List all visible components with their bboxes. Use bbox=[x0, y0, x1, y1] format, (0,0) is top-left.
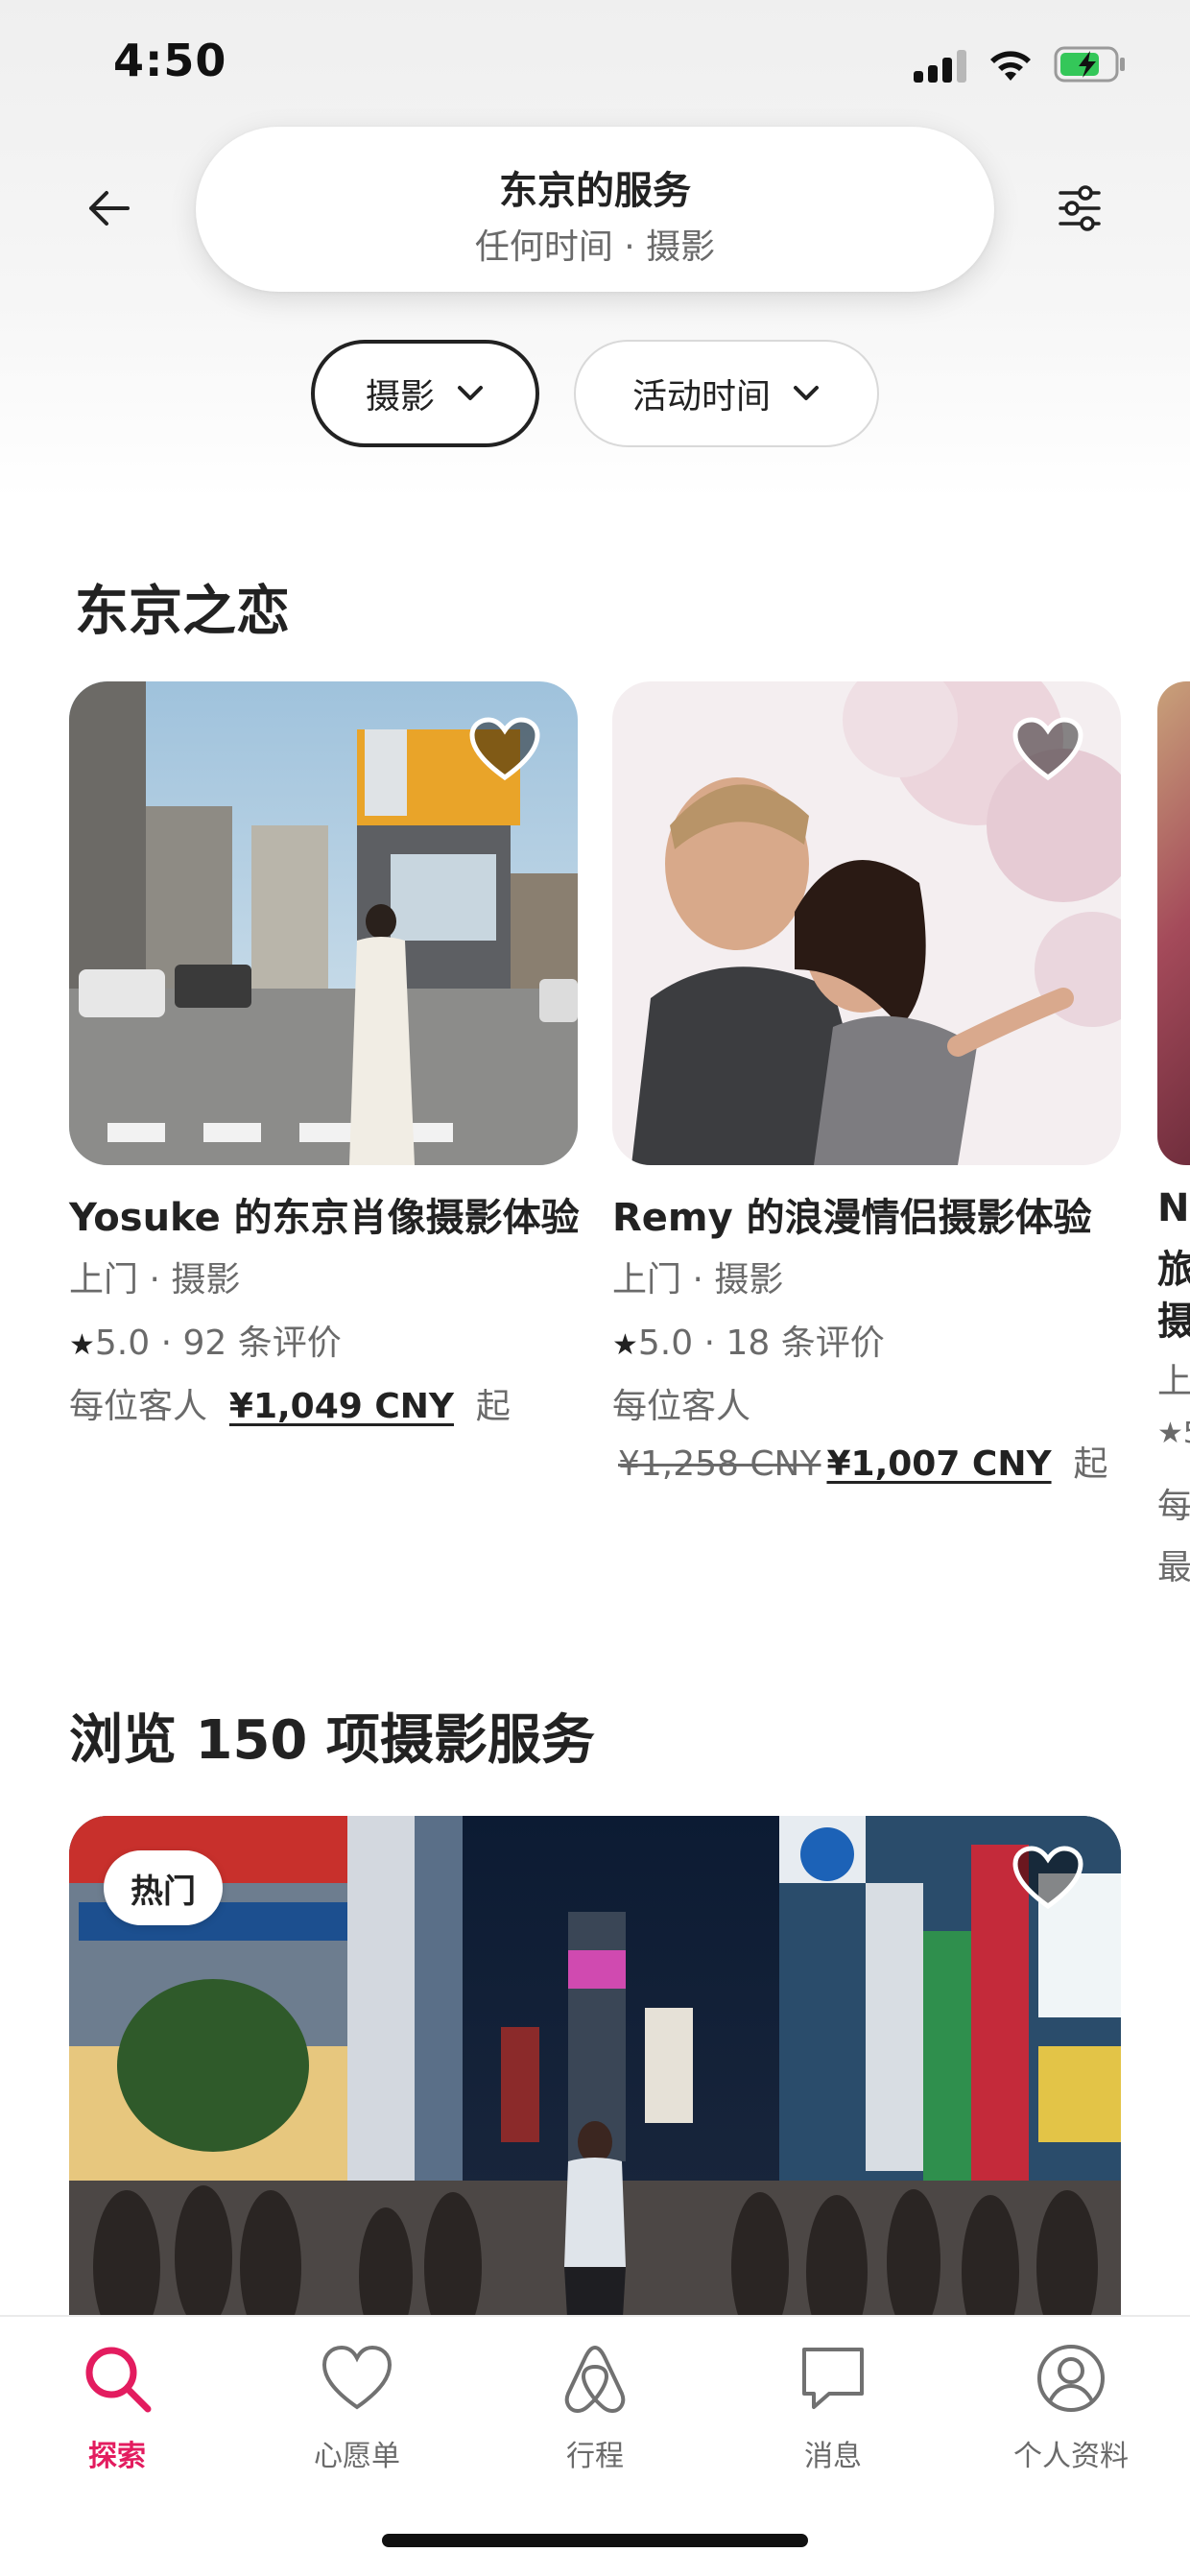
chip-activity-time[interactable]: 活动时间 bbox=[574, 340, 879, 447]
message-icon bbox=[802, 2348, 864, 2409]
tab-label: 探索 bbox=[88, 2440, 146, 2473]
heart-icon[interactable] bbox=[1012, 1845, 1084, 1912]
chip-photography[interactable]: 摄影 bbox=[311, 340, 539, 447]
tab-label: 行程 bbox=[566, 2440, 624, 2473]
peek-meta: 上 bbox=[1157, 1362, 1190, 1401]
popular-badge: 热门 bbox=[104, 1850, 223, 1925]
chevron-down-icon bbox=[458, 386, 483, 400]
tab-messages[interactable]: 消息 bbox=[737, 2342, 929, 2474]
chip-label: 活动时间 bbox=[631, 377, 771, 417]
cellular-signal-icon bbox=[914, 50, 969, 83]
card-price-prefix: 每位客人 bbox=[612, 1387, 751, 1426]
section-title-tokyo: 东京之恋 bbox=[75, 581, 290, 643]
battery-charging-icon bbox=[1054, 46, 1125, 83]
filters-button[interactable] bbox=[1046, 175, 1113, 242]
peek-title-line: 旅 bbox=[1157, 1248, 1190, 1292]
card-rating: ★5.0 · 18 条评价 bbox=[612, 1324, 885, 1363]
back-button[interactable] bbox=[75, 175, 142, 242]
peek-rating: ★5 bbox=[1157, 1417, 1190, 1450]
profile-icon bbox=[1037, 2345, 1105, 2412]
peek-title-line: Na bbox=[1157, 1186, 1190, 1230]
status-time: 4:50 bbox=[113, 35, 227, 86]
wifi-icon bbox=[990, 51, 1031, 81]
search-icon bbox=[85, 2347, 152, 2413]
tab-trips[interactable]: 行程 bbox=[499, 2342, 691, 2474]
arrow-left-icon bbox=[89, 191, 130, 226]
heart-icon bbox=[321, 2345, 393, 2410]
heart-icon[interactable] bbox=[1012, 716, 1084, 783]
airbnb-logo-icon bbox=[564, 2346, 626, 2413]
card-image-yosuke[interactable] bbox=[69, 681, 578, 1165]
tab-label: 心愿单 bbox=[314, 2440, 400, 2473]
peek-price: 每 bbox=[1157, 1487, 1190, 1526]
card-image-remy[interactable] bbox=[612, 681, 1121, 1165]
chip-label: 摄影 bbox=[365, 377, 435, 417]
status-bar: 4:50 bbox=[0, 0, 1190, 125]
home-indicator[interactable] bbox=[382, 2534, 808, 2547]
chevron-down-icon bbox=[794, 386, 819, 400]
star-icon: ★ bbox=[69, 1328, 95, 1362]
card-price: 每位客人 ¥1,049 CNY 起 bbox=[69, 1387, 511, 1426]
card-price: ¥1,258 CNY ¥1,007 CNY 起 bbox=[618, 1444, 1108, 1484]
heart-icon[interactable] bbox=[468, 716, 541, 783]
section-title-browse: 浏览 150 项摄影服务 bbox=[69, 1709, 595, 1772]
search-title: 东京的服务 bbox=[499, 169, 691, 213]
peek-title-line: 摄 bbox=[1157, 1300, 1190, 1344]
tab-explore[interactable]: 探索 bbox=[21, 2342, 213, 2474]
card-title[interactable]: Yosuke 的东京肖像摄影体验 bbox=[69, 1186, 580, 1242]
card-title[interactable]: Remy 的浪漫情侣摄影体验 bbox=[612, 1186, 1092, 1242]
price-original: ¥1,258 CNY bbox=[618, 1444, 821, 1484]
search-subtitle: 任何时间 · 摄影 bbox=[474, 227, 716, 267]
tab-label: 个人资料 bbox=[1013, 2440, 1129, 2473]
tab-label: 消息 bbox=[804, 2440, 862, 2473]
star-icon: ★ bbox=[612, 1328, 638, 1362]
peek-price: 最 bbox=[1157, 1548, 1190, 1587]
price-value[interactable]: ¥1,049 CNY bbox=[229, 1387, 454, 1426]
sliders-icon bbox=[1059, 185, 1101, 231]
search-summary-pill[interactable]: 东京的服务 任何时间 · 摄影 bbox=[196, 127, 994, 292]
card-image-peek[interactable] bbox=[1157, 681, 1190, 1165]
tab-wishlist[interactable]: 心愿单 bbox=[261, 2342, 453, 2474]
card-rating: ★5.0 · 92 条评价 bbox=[69, 1324, 342, 1363]
card-meta: 上门 · 摄影 bbox=[612, 1260, 784, 1300]
price-value[interactable]: ¥1,007 CNY bbox=[826, 1444, 1051, 1484]
card-meta: 上门 · 摄影 bbox=[69, 1260, 241, 1300]
tab-profile[interactable]: 个人资料 bbox=[975, 2342, 1167, 2474]
